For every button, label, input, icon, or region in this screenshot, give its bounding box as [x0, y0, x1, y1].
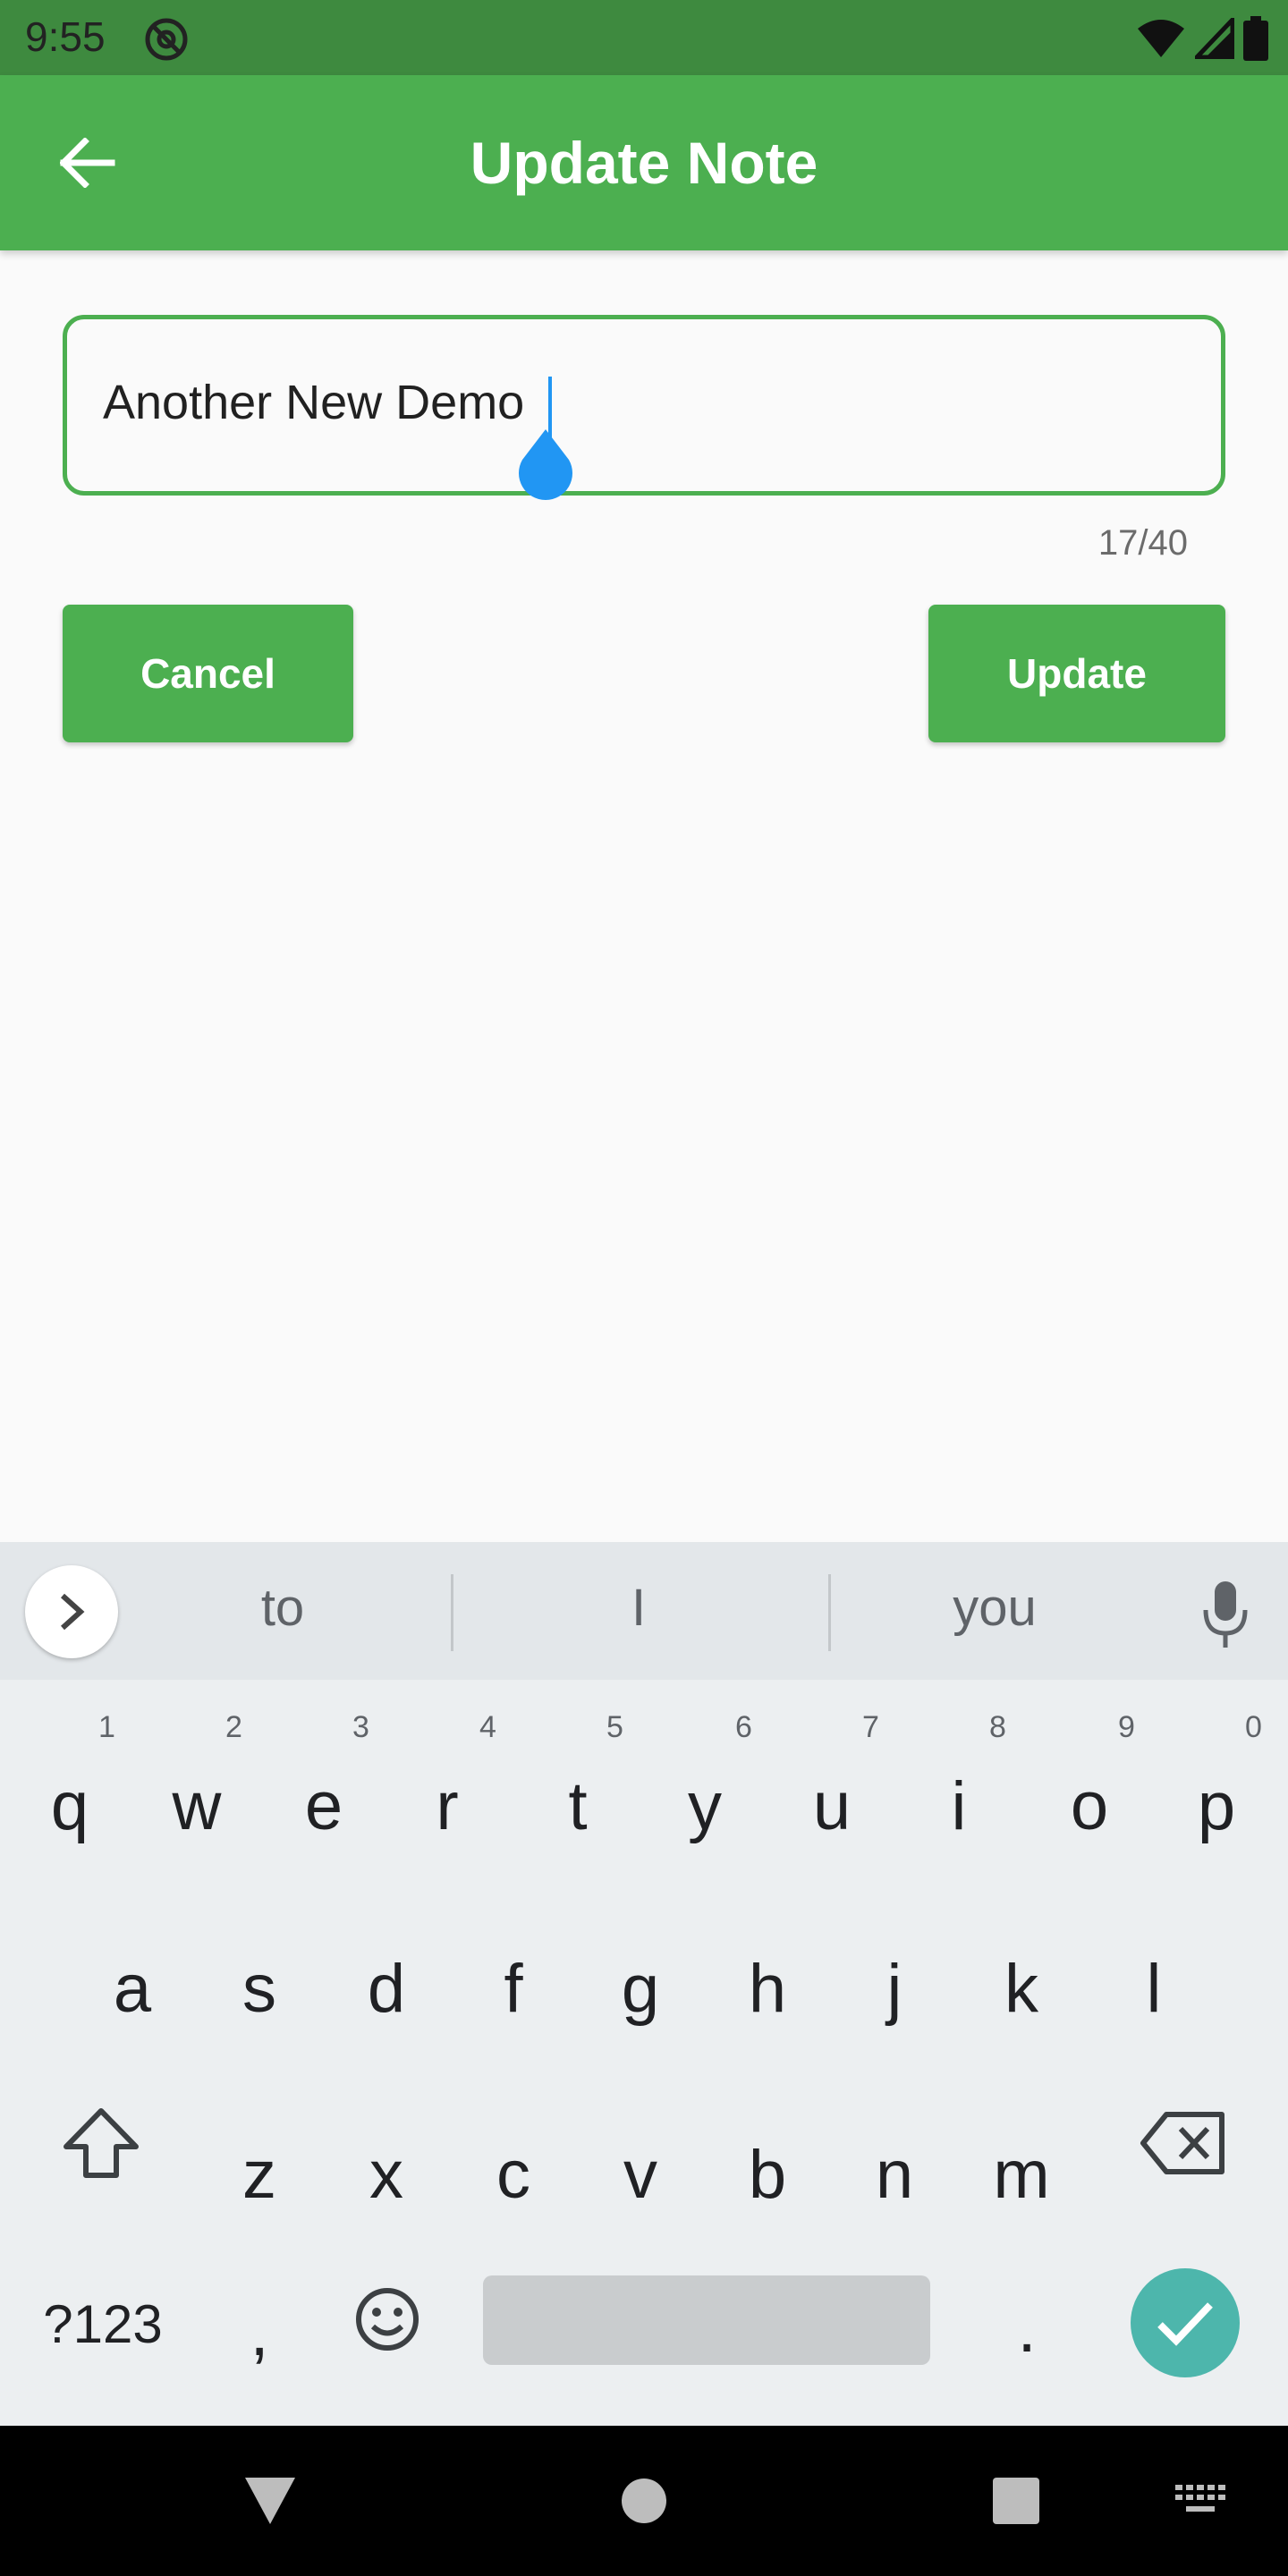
key-q[interactable]: q — [16, 1767, 123, 1845]
key-comma[interactable]: , — [206, 2293, 313, 2371]
suggestion-divider — [828, 1574, 831, 1651]
key-b[interactable]: b — [714, 2136, 821, 2214]
key-o[interactable]: o — [1036, 1767, 1143, 1845]
key-w[interactable]: w — [143, 1767, 250, 1845]
key-c[interactable]: c — [460, 2136, 567, 2214]
key-y-hint: 6 — [735, 1710, 752, 1744]
recents-nav-icon[interactable] — [991, 2476, 1041, 2526]
home-nav-icon[interactable] — [619, 2476, 669, 2526]
back-nav-icon[interactable] — [242, 2474, 299, 2526]
key-i-hint: 8 — [989, 1710, 1006, 1744]
key-d[interactable]: d — [333, 1950, 440, 2028]
key-g[interactable]: g — [587, 1950, 694, 2028]
symbols-key[interactable]: ?123 — [36, 2293, 170, 2355]
cursor-handle-icon[interactable] — [510, 428, 581, 513]
update-button[interactable]: Update — [928, 605, 1225, 742]
cellular-signal-icon — [1195, 18, 1234, 59]
key-w-hint: 2 — [225, 1710, 242, 1744]
battery-icon — [1243, 16, 1268, 61]
shift-icon[interactable] — [61, 2106, 141, 2181]
key-t-hint: 5 — [606, 1710, 623, 1744]
suggestion-3[interactable]: you — [860, 1578, 1129, 1638]
suggestion-2[interactable]: I — [504, 1578, 773, 1638]
key-n[interactable]: n — [841, 2136, 948, 2214]
key-period[interactable]: . — [973, 2290, 1080, 2368]
app-bar: Update Note — [0, 75, 1288, 250]
at-sign-icon — [145, 18, 188, 61]
space-bar[interactable] — [483, 2275, 930, 2365]
checkmark-icon — [1157, 2302, 1213, 2346]
key-o-hint: 9 — [1118, 1710, 1135, 1744]
note-title-input[interactable]: Another New Demo — [63, 315, 1225, 496]
emoji-icon[interactable] — [354, 2286, 420, 2352]
suggestion-1[interactable]: to — [148, 1578, 417, 1638]
keyboard-expand-button[interactable] — [25, 1565, 118, 1658]
key-p-hint: 0 — [1245, 1710, 1262, 1744]
key-u[interactable]: u — [778, 1767, 886, 1845]
key-e[interactable]: e — [270, 1767, 377, 1845]
status-icons — [1136, 16, 1268, 61]
suggestion-divider — [451, 1574, 453, 1651]
enter-button[interactable] — [1131, 2268, 1240, 2377]
key-s[interactable]: s — [206, 1950, 313, 2028]
key-i[interactable]: i — [905, 1767, 1013, 1845]
status-time: 9:55 — [25, 13, 106, 60]
chevron-right-icon — [60, 1593, 85, 1631]
key-f[interactable]: f — [460, 1950, 567, 2028]
microphone-icon[interactable] — [1199, 1578, 1252, 1649]
key-x[interactable]: x — [333, 2136, 440, 2214]
key-q-hint: 1 — [98, 1710, 115, 1744]
key-m[interactable]: m — [968, 2136, 1075, 2214]
key-r-hint: 4 — [479, 1710, 496, 1744]
backspace-icon[interactable] — [1140, 2109, 1229, 2177]
wifi-icon — [1138, 20, 1184, 57]
key-v[interactable]: v — [587, 2136, 694, 2214]
note-title-value[interactable]: Another New Demo — [103, 375, 524, 430]
navigation-bar — [0, 2426, 1288, 2576]
key-p[interactable]: p — [1163, 1767, 1270, 1845]
key-j[interactable]: j — [841, 1950, 948, 2028]
key-r[interactable]: r — [394, 1767, 501, 1845]
character-counter: 17/40 — [1097, 523, 1188, 563]
key-e-hint: 3 — [352, 1710, 369, 1744]
key-z[interactable]: z — [206, 2136, 313, 2214]
key-t[interactable]: t — [524, 1767, 631, 1845]
key-u-hint: 7 — [862, 1710, 879, 1744]
status-bar: 9:55 — [0, 0, 1288, 75]
soft-keyboard: to I you q 1 w 2 e 3 r 4 t 5 y 6 u 7 i 8… — [0, 1542, 1288, 2426]
key-k[interactable]: k — [968, 1950, 1075, 2028]
key-a[interactable]: a — [79, 1950, 186, 2028]
cancel-button[interactable]: Cancel — [63, 605, 353, 742]
keyboard-switch-icon[interactable] — [1175, 2485, 1227, 2519]
key-h[interactable]: h — [714, 1950, 821, 2028]
key-y[interactable]: y — [651, 1767, 758, 1845]
page-title: Update Note — [470, 130, 818, 196]
key-l[interactable]: l — [1100, 1950, 1208, 2028]
suggestion-bar: to I you — [0, 1542, 1288, 1680]
